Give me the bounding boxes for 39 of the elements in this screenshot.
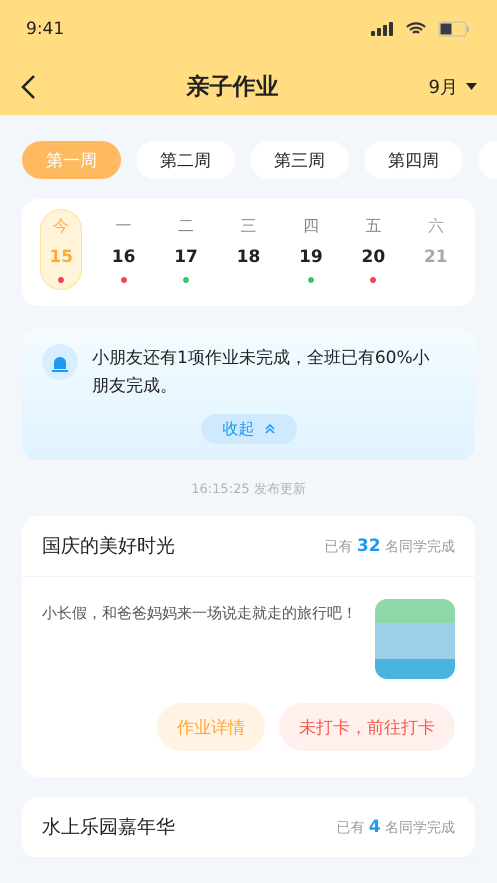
caret-icon xyxy=(466,83,477,90)
task-title: 水上乐园嘉年华 xyxy=(42,815,175,840)
date-label: 17 xyxy=(174,247,198,267)
week-tab[interactable]: 第二周 xyxy=(136,141,235,179)
battery-icon xyxy=(438,21,469,37)
date-label: 19 xyxy=(299,247,323,267)
date-label: 21 xyxy=(424,247,448,267)
week-tab[interactable]: 第三周 xyxy=(250,141,349,179)
page-title: 亲子作业 xyxy=(186,73,278,102)
completion-count: 已有 4 名同学完成 xyxy=(336,817,455,837)
week-tab[interactable]: 第四周 xyxy=(364,141,463,179)
weekday-label: 四 xyxy=(302,216,319,237)
weekday-label: 一 xyxy=(116,216,132,237)
completion-count: 已有 32 名同学完成 xyxy=(324,536,455,556)
notice-text: 小朋友还有1项作业未完成，全班已有60%小朋友完成。 xyxy=(92,347,431,398)
date-label: 20 xyxy=(362,247,386,267)
weekday-label: 五 xyxy=(365,216,382,237)
back-icon[interactable] xyxy=(20,74,36,100)
status-time: 9:41 xyxy=(26,19,64,39)
date-label: 18 xyxy=(236,247,260,267)
weekday-label: 六 xyxy=(428,216,444,237)
date-label: 15 xyxy=(49,247,74,267)
wifi-icon xyxy=(406,22,426,36)
weekday-label: 三 xyxy=(240,216,256,237)
calendar-day[interactable]: 三 18 xyxy=(227,209,270,290)
task-description: 小长假，和爸爸妈妈来一场说走就走的旅行吧！ xyxy=(42,603,358,624)
month-dropdown[interactable]: 9月 xyxy=(428,74,477,98)
calendar-day[interactable]: 五 20 xyxy=(352,209,395,290)
alarm-icon xyxy=(42,344,78,380)
chevron-up-icon xyxy=(264,424,274,434)
calendar-day[interactable]: 二 17 xyxy=(164,209,208,290)
weekday-label: 二 xyxy=(178,216,194,237)
update-time: 16:15:25 发布更新 xyxy=(191,482,306,497)
task-title: 国庆的美好时光 xyxy=(42,534,175,559)
date-label: 16 xyxy=(112,247,136,267)
calendar-day[interactable]: 一 16 xyxy=(102,209,145,290)
calendar-day[interactable]: 四 19 xyxy=(290,209,332,290)
weekday-label: 今 xyxy=(53,216,70,237)
signal-icon xyxy=(371,22,394,36)
